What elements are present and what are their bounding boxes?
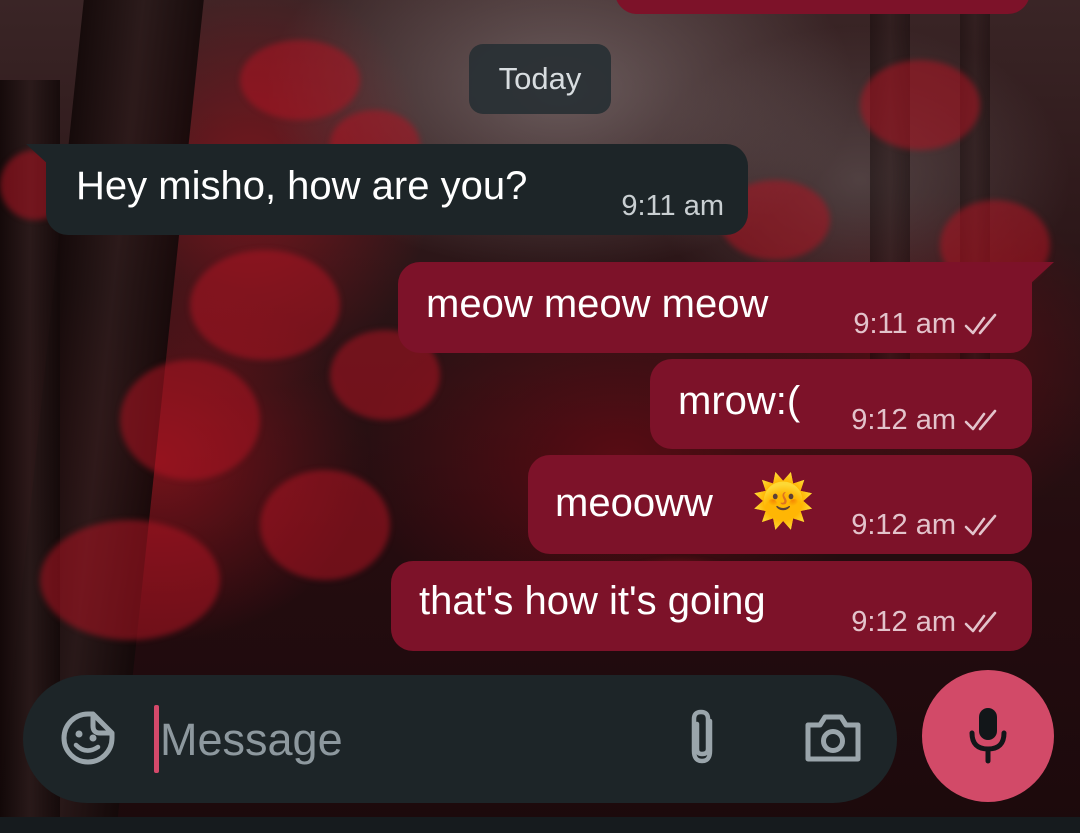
read-receipt-icon xyxy=(964,313,997,334)
camera-icon xyxy=(805,714,861,762)
read-receipt-icon xyxy=(964,514,997,535)
outgoing-message[interactable]: mrow:( 9:12 am xyxy=(650,359,1032,449)
message-time: 9:11 am xyxy=(621,190,724,222)
read-receipt-icon xyxy=(964,409,997,430)
outgoing-message[interactable]: meow meow meow 9:11 am xyxy=(398,262,1032,353)
emoji-button[interactable] xyxy=(58,708,118,768)
outgoing-message[interactable]: that's how it's going 9:12 am xyxy=(391,561,1032,651)
message-meta: 9:12 am xyxy=(851,606,1008,639)
chat-screen: Today Hey misho, how are you? 9:11 am me… xyxy=(0,0,1080,833)
sun-face-emoji-icon: 🌞 xyxy=(752,473,815,529)
message-time: 9:12 am xyxy=(851,509,956,541)
message-text: Hey misho, how are you? xyxy=(76,164,528,208)
incoming-message[interactable]: Hey misho, how are you? 9:11 am xyxy=(46,144,748,235)
message-input[interactable] xyxy=(160,708,640,772)
message-time: 9:12 am xyxy=(851,404,956,436)
text-cursor xyxy=(154,705,159,773)
message-time: 9:11 am xyxy=(853,308,956,340)
message-time: 9:12 am xyxy=(851,606,956,638)
day-separator: Today xyxy=(469,44,611,114)
voice-message-button[interactable] xyxy=(922,670,1054,802)
message-text: mrow:( xyxy=(678,379,801,423)
message-meta: 9:11 am xyxy=(853,308,1008,341)
message-text: meow meow meow xyxy=(426,282,769,326)
message-text: that's how it's going xyxy=(419,579,766,623)
navigation-bar xyxy=(0,817,1080,833)
attach-button[interactable] xyxy=(672,706,732,770)
message-meta: 9:12 am xyxy=(851,509,1008,542)
message-meta: 9:12 am xyxy=(851,404,1008,437)
message-meta: 9:11 am xyxy=(621,190,724,223)
previous-message-bubble xyxy=(615,0,1030,14)
bubble-tail xyxy=(1030,262,1054,284)
outgoing-message[interactable]: meooww 🌞 9:12 am xyxy=(528,455,1032,554)
microphone-icon xyxy=(969,708,1007,764)
read-receipt-icon xyxy=(964,611,997,632)
camera-button[interactable] xyxy=(800,708,866,768)
sticker-emoji-icon xyxy=(61,711,115,765)
message-text: meooww xyxy=(555,481,713,525)
paperclip-icon xyxy=(691,709,713,764)
